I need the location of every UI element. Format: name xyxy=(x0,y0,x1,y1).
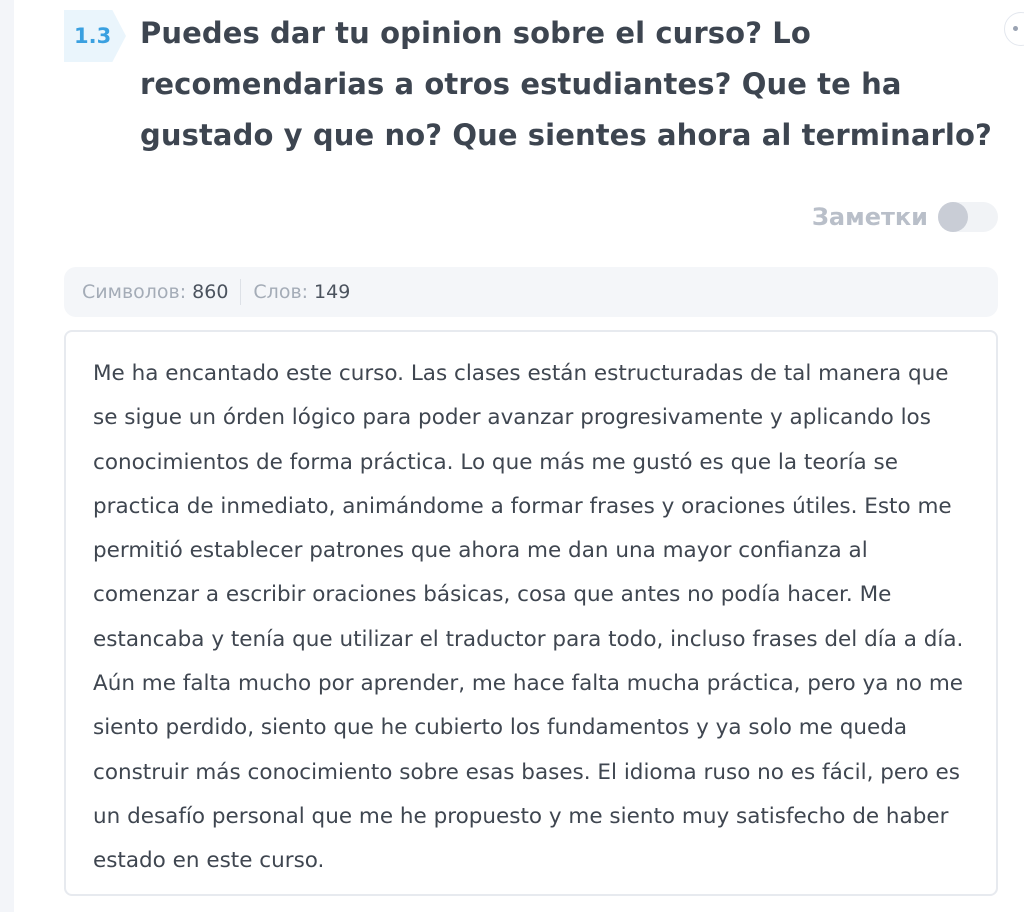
page: 1.3 Puedes dar tu opinion sobre el curso… xyxy=(0,0,1024,912)
notes-toggle-row: Заметки xyxy=(812,202,998,232)
chars-count: 860 xyxy=(192,281,229,303)
words-label: Слов: xyxy=(253,281,309,303)
left-rail xyxy=(0,0,14,912)
chars-label: Символов: xyxy=(82,281,187,303)
side-panel-button[interactable] xyxy=(1004,12,1024,46)
notes-toggle[interactable] xyxy=(938,202,998,232)
words-count: 149 xyxy=(314,281,351,303)
question-number-badge: 1.3 xyxy=(64,10,126,62)
counter-bar: Символов: 860 Слов: 149 xyxy=(64,267,998,317)
question-header: 1.3 Puedes dar tu opinion sobre el curso… xyxy=(64,8,994,161)
toggle-knob xyxy=(938,202,968,232)
question-title: Puedes dar tu opinion sobre el curso? Lo… xyxy=(140,16,992,152)
counter-divider xyxy=(240,279,242,305)
notes-label: Заметки xyxy=(811,203,928,231)
answer-textarea[interactable]: Me ha encantado este curso. Las clases e… xyxy=(64,330,998,896)
question-number: 1.3 xyxy=(74,24,112,48)
dot-icon xyxy=(1013,26,1018,31)
answer-text: Me ha encantado este curso. Las clases e… xyxy=(93,361,964,874)
